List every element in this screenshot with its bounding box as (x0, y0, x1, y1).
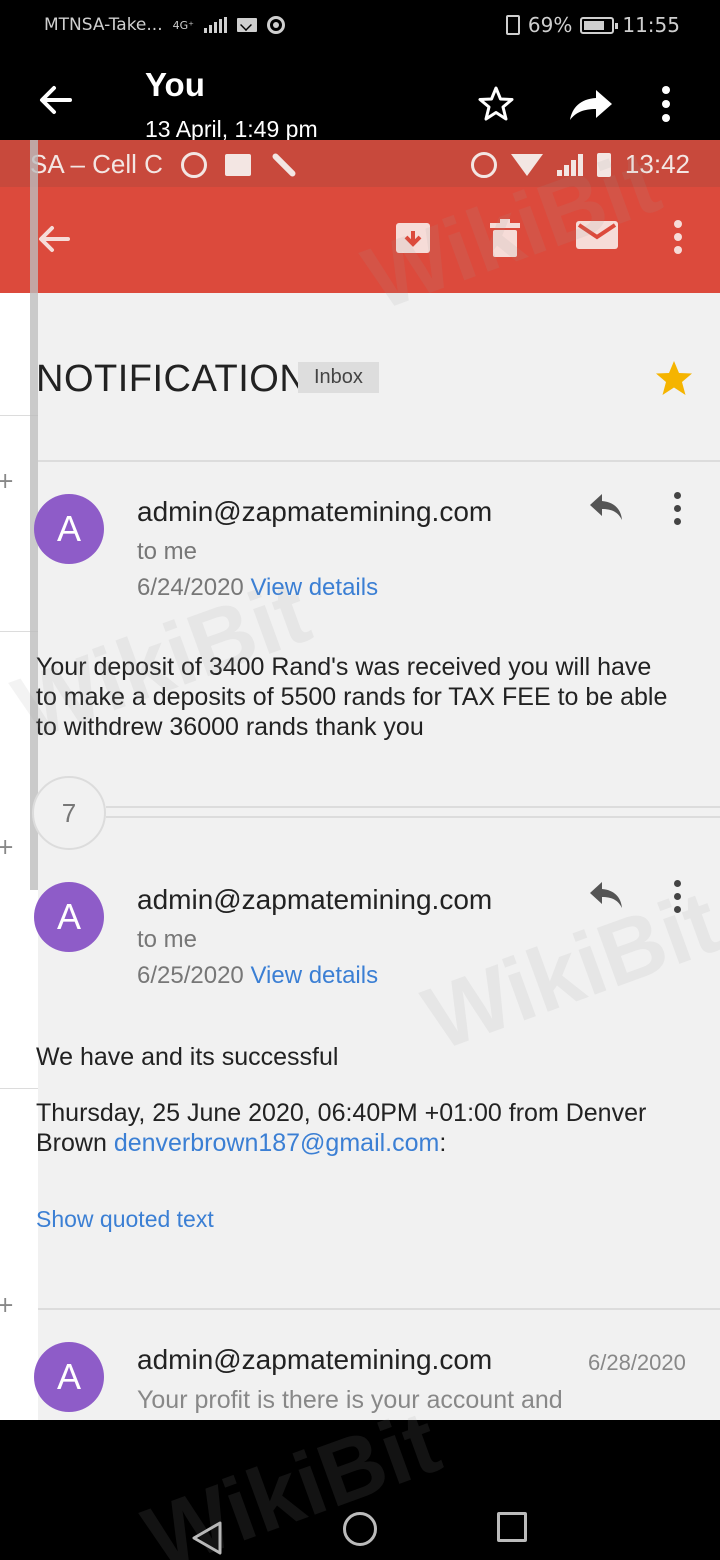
alarm-icon (470, 151, 497, 178)
body-line: to make a deposits of 5500 rands for TAX… (36, 683, 668, 711)
message-more-icon[interactable] (674, 492, 686, 531)
archive-icon[interactable] (394, 219, 432, 257)
message-date: 6/25/2020 View details (137, 962, 378, 990)
view-details-link[interactable]: View details (250, 574, 378, 601)
starred-icon[interactable] (654, 358, 694, 398)
clock: 11:55 (622, 13, 680, 37)
viewer-header: You 13 April, 1:49 pm (0, 54, 720, 142)
signal-icon (203, 17, 227, 33)
date-text: 6/25/2020 (137, 962, 244, 989)
gmail-back-icon[interactable] (36, 221, 72, 257)
inbox-label-badge[interactable]: Inbox (298, 362, 379, 393)
avatar: A (34, 882, 104, 952)
delete-icon[interactable] (490, 219, 520, 259)
quote-line: Thursday, 25 June 2020, 06:40PM +01:00 f… (36, 1099, 647, 1127)
inner-signal-icon (556, 153, 583, 176)
recipient-label[interactable]: to me (137, 926, 197, 954)
message-body: We have and its successful (36, 1043, 339, 1071)
divider (38, 460, 720, 462)
battery-icon (580, 16, 619, 34)
date-text: 6/24/2020 (137, 574, 244, 601)
divider (38, 1308, 720, 1310)
mail-notification-icon (236, 18, 257, 32)
view-details-link[interactable]: View details (250, 962, 378, 989)
inner-battery-icon (596, 152, 611, 177)
navigation-bar: WikiBit (0, 1392, 720, 1560)
divider (106, 816, 720, 818)
wifi-icon (510, 153, 543, 176)
recipient-label[interactable]: to me (137, 538, 197, 566)
body-line: to withdrew 36000 rands thank you (36, 713, 424, 741)
quote-line: Brown denverbrown187@gmail.com: (36, 1129, 447, 1157)
message-body: Your deposit of 3400 Rand's was received… (36, 652, 667, 742)
nav-recents-icon[interactable] (497, 1512, 527, 1542)
sender-name: You (145, 66, 205, 103)
nav-home-icon[interactable] (343, 1512, 377, 1546)
more-options-icon[interactable] (660, 84, 672, 124)
inner-clock: 13:42 (624, 149, 690, 179)
reply-icon[interactable] (588, 492, 624, 522)
os-status-bar: MTNSA-Take... 4G⁺ 69% 11:55 (0, 0, 720, 54)
wrench-icon (271, 151, 297, 178)
collapsed-messages-count[interactable]: 7 (32, 776, 106, 850)
whatsapp-icon (180, 151, 207, 178)
gmail-toolbar (0, 187, 720, 293)
mark-unread-icon[interactable] (576, 219, 618, 251)
vibrate-icon (505, 15, 520, 35)
quoted-header: Thursday, 25 June 2020, 06:40PM +01:00 f… (36, 1098, 646, 1158)
forward-icon[interactable] (568, 84, 614, 124)
nav-back-icon[interactable] (190, 1520, 224, 1556)
message-more-icon[interactable] (674, 880, 686, 919)
inner-carrier: SA – Cell C (30, 149, 163, 179)
sender-email[interactable]: admin@zapmatemining.com (137, 1344, 492, 1376)
sent-timestamp: 13 April, 1:49 pm (145, 116, 318, 142)
avatar: A (34, 1342, 104, 1412)
message-snippet[interactable]: Your profit is there is your account and (137, 1386, 563, 1415)
carrier-label: MTNSA-Take... (44, 15, 163, 35)
inner-status-bar: SA – Cell C 13:42 (0, 140, 720, 187)
email-subject: NOTIFICATION (36, 358, 308, 400)
gallery-icon (224, 153, 251, 176)
message-date: 6/28/2020 (588, 1350, 686, 1375)
email-screenshot: SA – Cell C 13:42 + + + NOTIFICATION Inb… (0, 140, 720, 1420)
quoted-email-link[interactable]: denverbrown187@gmail.com (114, 1129, 440, 1157)
back-arrow-icon[interactable] (36, 80, 76, 120)
body-line: Your deposit of 3400 Rand's was received… (36, 653, 652, 681)
star-outline-icon[interactable] (476, 84, 516, 124)
network-type: 4G⁺ (172, 18, 194, 32)
chrome-notification-icon (266, 16, 285, 34)
sender-email: admin@zapmatemining.com (137, 884, 493, 915)
reply-icon[interactable] (588, 880, 624, 910)
show-quoted-text-link[interactable]: Show quoted text (36, 1206, 214, 1233)
gmail-more-icon[interactable] (672, 219, 684, 255)
avatar: A (34, 494, 104, 564)
battery-percent: 69% (527, 13, 573, 37)
divider (106, 806, 720, 808)
sender-email: admin@zapmatemining.com (137, 496, 493, 527)
message-date: 6/24/2020 View details (137, 574, 378, 602)
